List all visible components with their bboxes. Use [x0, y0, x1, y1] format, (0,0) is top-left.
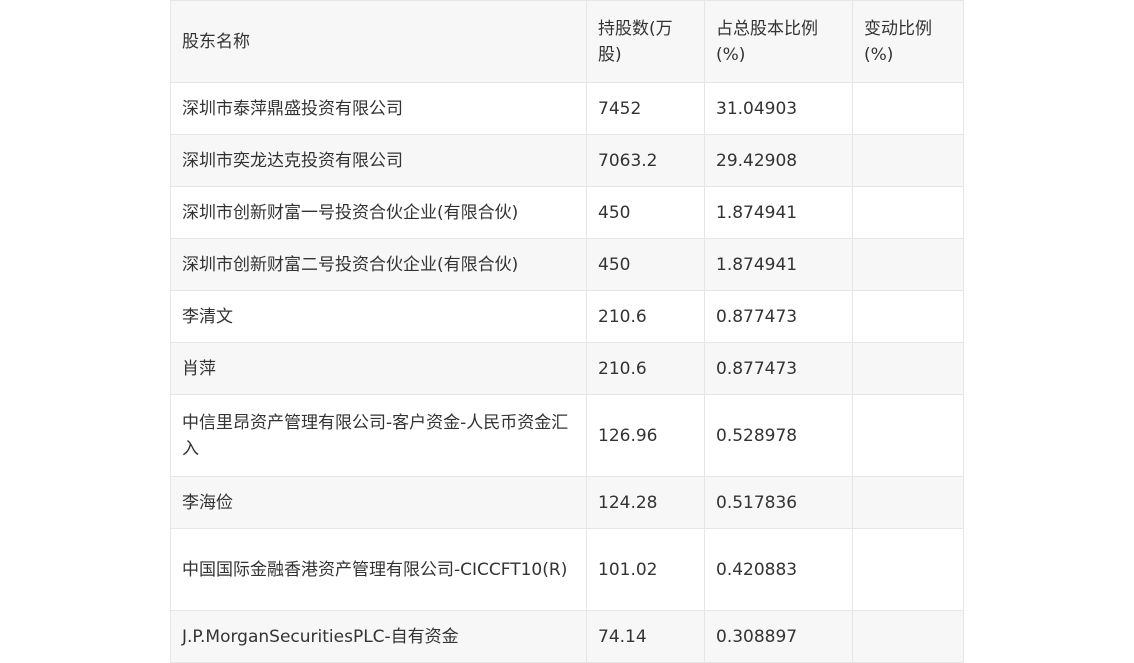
cell-shares: 124.28 [586, 476, 705, 529]
table-row: 深圳市泰萍鼎盛投资有限公司 7452 31.04903 [170, 82, 964, 135]
table-row: 李海俭 124.28 0.517836 [170, 476, 964, 529]
cell-change [852, 134, 964, 187]
cell-change [852, 394, 964, 477]
table-row: 中国国际金融香港资产管理有限公司-CICCFT10(R) 101.02 0.42… [170, 528, 964, 611]
cell-change [852, 82, 964, 135]
table-row: 深圳市奕龙达克投资有限公司 7063.2 29.42908 [170, 134, 964, 187]
cell-name: 李清文 [170, 290, 587, 343]
cell-shares: 74.14 [586, 610, 705, 663]
cell-change [852, 342, 964, 395]
cell-change [852, 238, 964, 291]
cell-shares: 450 [586, 186, 705, 239]
cell-change [852, 528, 964, 611]
table-row: J.P.MorganSecuritiesPLC-自有资金 74.14 0.308… [170, 610, 964, 663]
table-row: 中信里昂资产管理有限公司-客户资金-人民币资金汇入 126.96 0.52897… [170, 394, 964, 477]
header-change: 变动比例(%) [852, 0, 964, 83]
cell-ratio: 0.308897 [704, 610, 853, 663]
cell-ratio: 31.04903 [704, 82, 853, 135]
cell-name: 李海俭 [170, 476, 587, 529]
cell-name: J.P.MorganSecuritiesPLC-自有资金 [170, 610, 587, 663]
cell-change [852, 610, 964, 663]
cell-shares: 210.6 [586, 290, 705, 343]
cell-ratio: 0.517836 [704, 476, 853, 529]
cell-name: 深圳市奕龙达克投资有限公司 [170, 134, 587, 187]
header-shareholder-name: 股东名称 [170, 0, 587, 83]
cell-shares: 450 [586, 238, 705, 291]
cell-ratio: 1.874941 [704, 186, 853, 239]
cell-name: 中信里昂资产管理有限公司-客户资金-人民币资金汇入 [170, 394, 587, 477]
table-row: 肖萍 210.6 0.877473 [170, 342, 964, 395]
cell-change [852, 290, 964, 343]
cell-shares: 101.02 [586, 528, 705, 611]
cell-ratio: 0.420883 [704, 528, 853, 611]
cell-ratio: 1.874941 [704, 238, 853, 291]
cell-ratio: 0.528978 [704, 394, 853, 477]
cell-shares: 7063.2 [586, 134, 705, 187]
header-ratio: 占总股本比例(%) [704, 0, 853, 83]
cell-shares: 7452 [586, 82, 705, 135]
cell-ratio: 0.877473 [704, 342, 853, 395]
cell-name: 中国国际金融香港资产管理有限公司-CICCFT10(R) [170, 528, 587, 611]
cell-name: 肖萍 [170, 342, 587, 395]
table-row: 李清文 210.6 0.877473 [170, 290, 964, 343]
shareholder-table: 股东名称 持股数(万股) 占总股本比例(%) 变动比例(%) 深圳市泰萍鼎盛投资… [170, 0, 964, 663]
cell-name: 深圳市创新财富二号投资合伙企业(有限合伙) [170, 238, 587, 291]
cell-shares: 210.6 [586, 342, 705, 395]
cell-change [852, 476, 964, 529]
table-row: 深圳市创新财富一号投资合伙企业(有限合伙) 450 1.874941 [170, 186, 964, 239]
header-shares: 持股数(万股) [586, 0, 705, 83]
cell-ratio: 29.42908 [704, 134, 853, 187]
cell-change [852, 186, 964, 239]
table-header-row: 股东名称 持股数(万股) 占总股本比例(%) 变动比例(%) [170, 0, 964, 83]
cell-shares: 126.96 [586, 394, 705, 477]
cell-name: 深圳市泰萍鼎盛投资有限公司 [170, 82, 587, 135]
shareholder-table-container: 股东名称 持股数(万股) 占总股本比例(%) 变动比例(%) 深圳市泰萍鼎盛投资… [170, 0, 964, 663]
cell-ratio: 0.877473 [704, 290, 853, 343]
cell-name: 深圳市创新财富一号投资合伙企业(有限合伙) [170, 186, 587, 239]
table-row: 深圳市创新财富二号投资合伙企业(有限合伙) 450 1.874941 [170, 238, 964, 291]
